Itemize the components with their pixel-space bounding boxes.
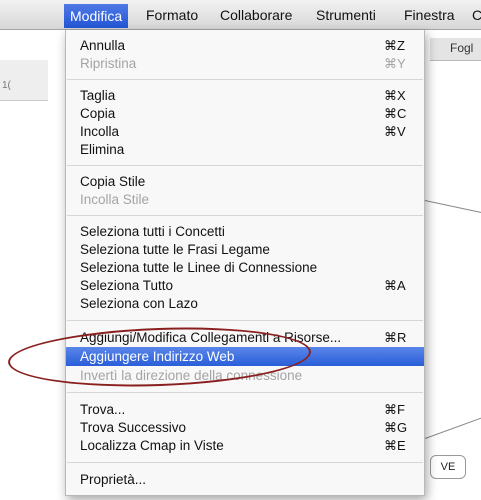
shortcut-label: ⌘F: [384, 402, 405, 417]
menu-item-localizza-cmap[interactable]: Localizza Cmap in Viste ⌘E: [66, 436, 424, 455]
menu-item-label: Invertì la direzione della connessione: [80, 368, 303, 383]
edit-dropdown-menu: Annulla ⌘Z Ripristina ⌘Y Taglia ⌘X Copia…: [65, 30, 425, 496]
menu-item-copia[interactable]: Copia ⌘C: [66, 104, 424, 123]
concept-map-node[interactable]: VE: [430, 455, 466, 479]
menu-item-seleziona-tutto[interactable]: Seleziona Tutto ⌘A: [66, 276, 424, 295]
shortcut-label: ⌘Y: [384, 56, 406, 71]
menu-formato[interactable]: Formato: [146, 7, 198, 23]
menu-item-elimina[interactable]: Elimina: [66, 140, 424, 159]
menu-item-incolla[interactable]: Incolla ⌘V: [66, 122, 424, 141]
menu-item-label: Annulla: [80, 38, 126, 53]
background-tab-label[interactable]: Fogl: [450, 41, 473, 55]
shortcut-label: ⌘Z: [384, 38, 405, 53]
shortcut-label: ⌘A: [384, 278, 406, 293]
menu-item-label: Seleziona tutte le Frasi Legame: [80, 242, 270, 257]
menu-item-label: Localizza Cmap in Viste: [80, 438, 224, 453]
menu-item-incolla-stile: Incolla Stile: [66, 190, 424, 209]
shortcut-label: ⌘V: [384, 124, 406, 139]
menu-item-inverti-direzione: Invertì la direzione della connessione: [66, 366, 424, 385]
menu-item-proprieta[interactable]: Proprietà...: [66, 470, 424, 489]
menu-separator: [67, 165, 423, 166]
menu-item-ripristina: Ripristina ⌘Y: [66, 54, 424, 73]
menu-item-seleziona-linee-connessione[interactable]: Seleziona tutte le Linee di Connessione: [66, 258, 424, 277]
menu-item-label: Elimina: [80, 142, 125, 157]
menu-item-label: Seleziona Tutto: [80, 278, 174, 293]
menu-item-annulla[interactable]: Annulla ⌘Z: [66, 36, 424, 55]
menu-item-seleziona-lazo[interactable]: Seleziona con Lazo: [66, 294, 424, 313]
menu-item-label: Aggiungere Indirizzo Web: [80, 349, 235, 364]
menu-item-label: Seleziona tutte le Linee di Connessione: [80, 260, 318, 275]
menu-finestra[interactable]: Finestra: [404, 7, 455, 23]
menu-item-trova-successivo[interactable]: Trova Successivo ⌘G: [66, 418, 424, 437]
menu-item-label: Incolla: [80, 124, 120, 139]
menu-bar: Modifica Formato Collaborare Strumenti F…: [0, 0, 481, 30]
menu-separator: [67, 462, 423, 463]
menu-separator: [67, 215, 423, 216]
menu-item-label: Incolla Stile: [80, 192, 150, 207]
shortcut-label: ⌘X: [384, 88, 406, 103]
menu-item-collegamenti-risorse[interactable]: Aggiungi/Modifica Collegamenti a Risorse…: [66, 328, 424, 347]
menu-item-label: Aggiungi/Modifica Collegamenti a Risorse…: [80, 330, 342, 345]
menu-separator: [67, 79, 423, 80]
menu-modifica[interactable]: Modifica: [64, 4, 129, 28]
menu-truncated[interactable]: C: [472, 7, 481, 23]
menu-item-label: Seleziona con Lazo: [80, 296, 198, 311]
menu-item-label: Seleziona tutti i Concetti: [80, 224, 225, 239]
shortcut-label: ⌘C: [384, 106, 407, 121]
menu-item-label: Proprietà...: [80, 472, 147, 487]
menu-item-copia-stile[interactable]: Copia Stile: [66, 172, 424, 191]
menu-item-label: Ripristina: [80, 56, 137, 71]
menu-separator: [67, 392, 423, 393]
menu-collaborare[interactable]: Collaborare: [220, 7, 292, 23]
menu-item-label: Trova...: [80, 402, 126, 417]
menu-item-taglia[interactable]: Taglia ⌘X: [66, 86, 424, 105]
menu-item-label: Copia Stile: [80, 174, 146, 189]
menu-strumenti[interactable]: Strumenti: [316, 7, 376, 23]
menu-item-seleziona-concetti[interactable]: Seleziona tutti i Concetti: [66, 222, 424, 241]
menu-item-trova[interactable]: Trova... ⌘F: [66, 400, 424, 419]
shortcut-label: ⌘G: [384, 420, 408, 435]
menu-item-seleziona-frasi-legame[interactable]: Seleziona tutte le Frasi Legame: [66, 240, 424, 259]
shortcut-label: ⌘R: [384, 330, 407, 345]
menu-item-label: Trova Successivo: [80, 420, 187, 435]
menu-item-aggiungere-indirizzo-web[interactable]: Aggiungere Indirizzo Web: [66, 347, 424, 366]
menu-separator: [67, 320, 423, 321]
menu-item-label: Copia: [80, 106, 116, 121]
shortcut-label: ⌘E: [384, 438, 406, 453]
background-ruler-label: 1(: [2, 80, 11, 91]
menu-item-label: Taglia: [80, 88, 116, 103]
